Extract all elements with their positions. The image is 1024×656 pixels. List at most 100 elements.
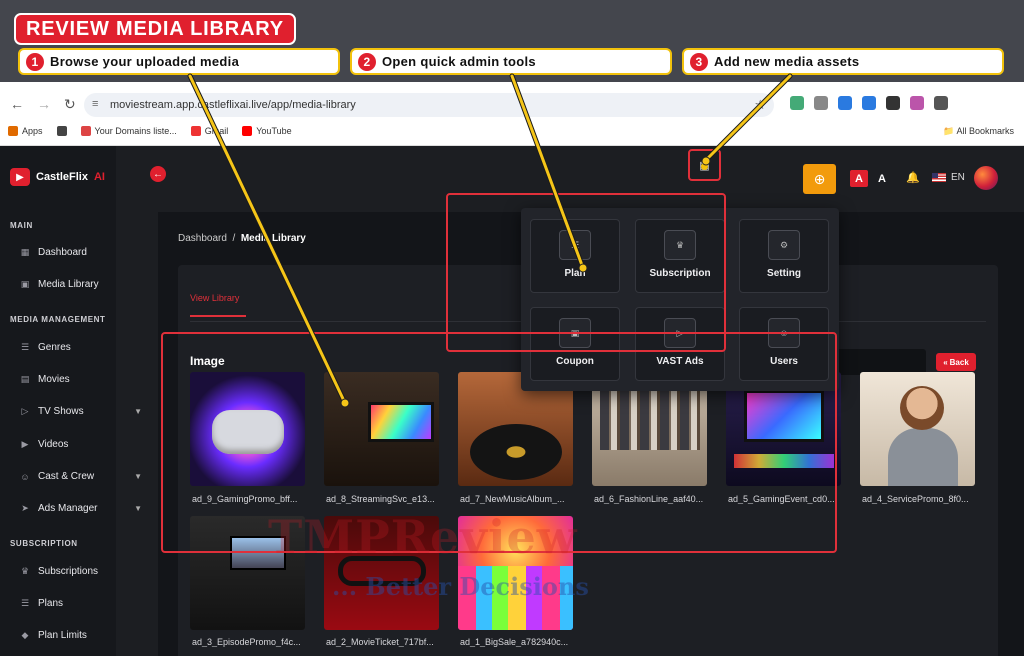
film-icon: ▤ [20, 374, 30, 384]
sidebar-item-plans[interactable]: ☰ Plans [20, 598, 142, 609]
tutorial-banner: REVIEW MEDIA LIBRARY 1 Browse your uploa… [0, 0, 1024, 82]
bookmarks-bar: Apps Your Domains liste... Gmail YouTube [8, 126, 1018, 136]
step-text: Add new media assets [714, 54, 860, 69]
apps-grid-icon [8, 126, 18, 136]
step-2-callout: 2 Open quick admin tools [350, 48, 672, 75]
extension-icon[interactable] [838, 96, 852, 110]
pen-icon[interactable] [910, 96, 924, 110]
sidebar-item-media-library[interactable]: ▣ Media Library [20, 279, 142, 290]
person-body-image [888, 428, 958, 486]
gmail-icon [190, 126, 201, 136]
sidebar-item-subscriptions[interactable]: ♛ Subscriptions [20, 566, 142, 577]
bookmark-grid[interactable] [56, 126, 67, 136]
breadcrumb-current: Media Library [240, 233, 306, 244]
callout-dot [701, 163, 708, 170]
sidebar-item-genres[interactable]: ☰ Genres [20, 342, 142, 353]
extension-icon[interactable] [790, 96, 804, 110]
media-caption: ad_3_EpisodePromo_f4c... [192, 637, 301, 647]
breadcrumb-root[interactable]: Dashboard [178, 233, 227, 244]
sidebar-item-tv-shows[interactable]: ▷ TV Shows ▼ [20, 406, 142, 417]
domains-icon [80, 126, 91, 136]
sidebar-item-movies[interactable]: ▤ Movies [20, 374, 142, 385]
site-settings-icon[interactable]: ≡ [92, 98, 98, 110]
extension-icon[interactable] [862, 96, 876, 110]
step-number: 3 [690, 52, 708, 71]
tab-view-library[interactable]: View Library [190, 293, 239, 303]
step-text: Browse your uploaded media [50, 54, 240, 69]
eyedropper-icon[interactable] [886, 96, 900, 110]
image-icon: ▣ [20, 279, 30, 289]
address-bar[interactable]: ≡ moviestream.app.castleflixai.live/app/… [84, 93, 774, 117]
sidebar-item-dashboard[interactable]: ▦ Dashboard [20, 247, 142, 258]
quick-setting-tile[interactable]: ⚙ Setting [739, 219, 829, 293]
media-thumbnail[interactable] [860, 372, 975, 486]
grid-icon [56, 126, 67, 136]
tv-icon: ▷ [21, 406, 29, 416]
banner-title: REVIEW MEDIA LIBRARY [14, 13, 296, 45]
camera-icon[interactable] [814, 96, 828, 110]
tab-underline [190, 315, 246, 317]
notification-bell-icon[interactable]: 🔔 [906, 171, 920, 184]
play-logo-icon: ▶ [10, 168, 30, 186]
youtube-icon [242, 126, 253, 136]
collapse-sidebar-button[interactable]: ← [150, 166, 166, 182]
step-text: Open quick admin tools [382, 54, 536, 69]
section-subscription: SUBSCRIPTION [10, 539, 78, 548]
back-arrow-icon[interactable]: ← [10, 96, 24, 113]
users-icon: ☺ [20, 471, 30, 482]
sidebar-item-videos[interactable]: ▶ Videos [20, 439, 142, 450]
browser-chrome: ← → ↻ ≡ moviestream.app.castleflixai.liv… [0, 82, 1024, 146]
step-3-callout: 3 Add new media assets [682, 48, 1004, 75]
puzzle-icon[interactable] [934, 96, 948, 110]
list-icon: ☰ [20, 342, 30, 352]
tag-icon: ◆ [21, 630, 29, 640]
all-bookmarks[interactable]: 📁 All Bookmarks [943, 126, 1014, 137]
back-button[interactable]: «Back [936, 353, 976, 371]
sidebar: ▶ CastleFlix AI MAIN ▦ Dashboard ▣ Media L… [0, 146, 142, 656]
crown-icon: ♛ [20, 566, 30, 576]
bookmark-youtube[interactable]: YouTube [242, 126, 292, 136]
section-media-management: MEDIA MANAGEMENT [10, 315, 106, 324]
media-caption: ad_2_MovieTicket_717bf... [326, 637, 434, 647]
chevron-down-icon: ▼ [134, 472, 142, 481]
bookmark-domains[interactable]: Your Domains liste... [80, 126, 177, 136]
list-icon: ☰ [20, 598, 30, 608]
chevrons-left-icon: « [943, 357, 948, 367]
sidebar-item-ads-manager[interactable]: ➤ Ads Manager ▼ [20, 503, 142, 514]
bookmark-star-icon[interactable]: ☆ [754, 97, 766, 113]
step-1-callout: 1 Browse your uploaded media [18, 48, 340, 75]
quick-admin-button[interactable]: ▦ [688, 149, 721, 181]
grid-icon: ▦ [20, 247, 30, 257]
chevron-down-icon: ▼ [134, 407, 142, 416]
gear-icon: ⚙ [768, 230, 800, 260]
forward-arrow-icon[interactable]: → [37, 96, 51, 113]
user-avatar[interactable] [974, 166, 998, 190]
person-image [900, 386, 944, 430]
media-caption: ad_4_ServicePromo_8f0... [862, 494, 969, 504]
play-icon: ▶ [21, 439, 29, 449]
watermark-logo: TMPReview [268, 510, 578, 564]
highlight-quick-admin [446, 193, 726, 352]
brand-logo[interactable]: ▶ CastleFlix AI [10, 168, 105, 186]
url-text: moviestream.app.castleflixai.live/app/me… [110, 99, 356, 111]
step-number: 2 [358, 52, 376, 71]
media-caption: ad_1_BigSale_a782940c... [460, 637, 569, 647]
language-selector[interactable]: EN [932, 172, 965, 183]
font-size-toggle[interactable]: A [850, 170, 868, 187]
section-main: MAIN [10, 221, 33, 230]
megaphone-icon: ➤ [21, 503, 29, 513]
add-media-button[interactable]: ⊕ [803, 164, 836, 194]
bookmark-gmail[interactable]: Gmail [190, 126, 228, 136]
watermark-tagline: ... Better Decisions [332, 572, 589, 601]
reload-icon[interactable]: ↻ [64, 96, 76, 113]
us-flag-icon [932, 173, 946, 182]
font-size-toggle-alt[interactable]: A [873, 170, 891, 187]
bookmark-apps[interactable]: Apps [8, 126, 43, 136]
extension-icons [790, 96, 948, 110]
plus-icon: ⊕ [813, 170, 826, 187]
sidebar-item-plan-limits[interactable]: ◆ Plan Limits [20, 630, 142, 641]
chevron-down-icon: ▼ [134, 504, 142, 513]
arrow-left-icon: ← [153, 168, 163, 180]
sidebar-item-cast-crew[interactable]: ☺ Cast & Crew ▼ [20, 471, 142, 482]
step-number: 1 [26, 52, 44, 71]
